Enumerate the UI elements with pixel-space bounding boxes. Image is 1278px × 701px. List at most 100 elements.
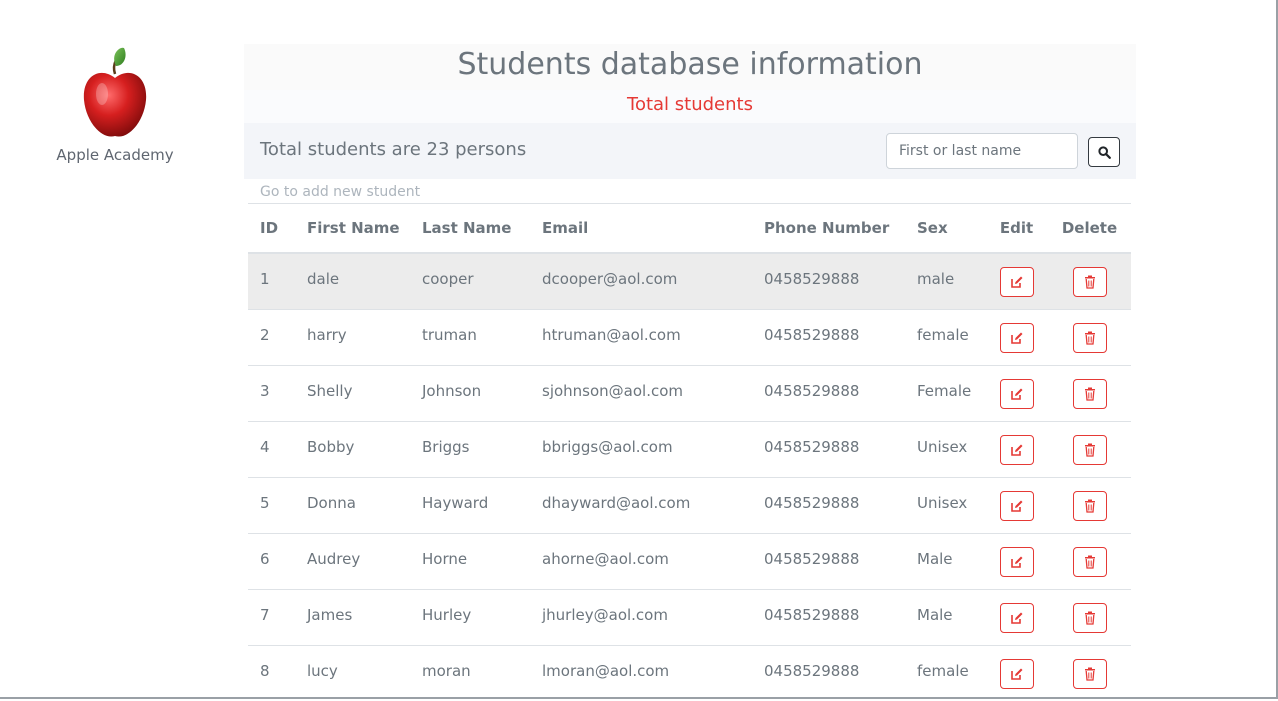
edit-button[interactable]	[999, 546, 1034, 577]
main-content: Students database information Total stud…	[244, 44, 1136, 203]
total-students-text: Total students are 23 persons	[260, 139, 527, 160]
trash-icon	[1084, 555, 1095, 569]
trash-icon	[1084, 275, 1095, 289]
table-row[interactable]: 3 Shelly Johnson sjohnson@aol.com 0458529888…	[248, 364, 1131, 421]
delete-button[interactable]	[1072, 267, 1107, 297]
edit-icon	[1010, 332, 1022, 344]
search-input[interactable]	[886, 133, 1078, 169]
cell-last-name: cooper	[410, 252, 530, 309]
edit-button[interactable]	[999, 322, 1034, 353]
delete-button[interactable]	[1072, 378, 1107, 409]
students-table-wrap: ID First Name Last Name Email Phone Numb…	[248, 203, 1131, 701]
delete-button[interactable]	[1072, 322, 1107, 353]
cell-email: htruman@aol.com	[530, 308, 752, 365]
col-header-delete: Delete	[1048, 203, 1131, 254]
col-header-id: ID	[248, 203, 295, 254]
delete-button[interactable]	[1072, 434, 1107, 465]
add-student-link[interactable]: Go to add new student	[244, 182, 1136, 203]
col-header-last-name: Last Name	[410, 203, 530, 254]
edit-button[interactable]	[999, 378, 1034, 409]
edit-icon	[1010, 500, 1022, 512]
cell-edit	[985, 420, 1048, 477]
cell-first-name: harry	[295, 308, 410, 365]
trash-icon	[1084, 331, 1095, 345]
table-row[interactable]: 8 lucy moran lmoran@aol.com 0458529888 female	[248, 644, 1131, 701]
cell-email: dhayward@aol.com	[530, 476, 752, 533]
cell-email: bbriggs@aol.com	[530, 420, 752, 477]
page-title: Students database information	[244, 44, 1136, 90]
table-row[interactable]: 1 dale cooper dcooper@aol.com 0458529888 male	[248, 252, 1131, 309]
cell-sex: male	[905, 252, 985, 309]
edit-icon	[1010, 388, 1022, 400]
edit-icon	[1010, 612, 1022, 624]
trash-icon	[1084, 443, 1095, 457]
brand-logo[interactable]: Apple Academy	[40, 44, 190, 164]
students-table: ID First Name Last Name Email Phone Numb…	[248, 203, 1131, 701]
cell-phone: 0458529888	[752, 588, 905, 645]
cell-sex: Unisex	[905, 476, 985, 533]
edit-button[interactable]	[999, 434, 1034, 465]
cell-sex: Male	[905, 588, 985, 645]
delete-button[interactable]	[1072, 490, 1107, 521]
delete-button[interactable]	[1072, 546, 1107, 577]
cell-edit	[985, 308, 1048, 365]
table-row[interactable]: 2 harry truman htruman@aol.com 0458529888 fem…	[248, 308, 1131, 365]
table-row[interactable]: 7 James Hurley jhurley@aol.com 0458529888 Mal…	[248, 588, 1131, 645]
table-row[interactable]: 4 Bobby Briggs bbriggs@aol.com 0458529888 Uni…	[248, 420, 1131, 477]
cell-phone: 0458529888	[752, 308, 905, 365]
cell-first-name: lucy	[295, 644, 410, 701]
cell-delete	[1048, 476, 1131, 533]
cell-id: 5	[248, 476, 295, 533]
cell-sex: female	[905, 644, 985, 701]
cell-edit	[985, 476, 1048, 533]
cell-email: dcooper@aol.com	[530, 252, 752, 309]
cell-edit	[985, 588, 1048, 645]
cell-edit	[985, 532, 1048, 589]
cell-id: 4	[248, 420, 295, 477]
cell-phone: 0458529888	[752, 644, 905, 701]
delete-button[interactable]	[1072, 602, 1107, 633]
trash-icon	[1084, 499, 1095, 513]
cell-delete	[1048, 252, 1131, 309]
brand-name: Apple Academy	[56, 146, 174, 164]
search-icon	[1097, 145, 1111, 159]
cell-email: sjohnson@aol.com	[530, 364, 752, 421]
cell-last-name: Briggs	[410, 420, 530, 477]
col-header-sex: Sex	[905, 203, 985, 254]
edit-button[interactable]	[999, 658, 1034, 689]
table-header-row: ID First Name Last Name Email Phone Numb…	[248, 203, 1131, 254]
col-header-phone: Phone Number	[752, 203, 905, 254]
table-row[interactable]: 6 Audrey Horne ahorne@aol.com 0458529888 Male	[248, 532, 1131, 589]
cell-id: 2	[248, 308, 295, 365]
cell-first-name: dale	[295, 252, 410, 309]
col-header-email: Email	[530, 203, 752, 254]
trash-icon	[1084, 667, 1095, 681]
table-row[interactable]: 5 Donna Hayward dhayward@aol.com 0458529888 U…	[248, 476, 1131, 533]
cell-first-name: Donna	[295, 476, 410, 533]
page-subtitle: Total students	[244, 90, 1136, 123]
cell-phone: 0458529888	[752, 532, 905, 589]
cell-delete	[1048, 308, 1131, 365]
delete-button[interactable]	[1072, 658, 1107, 689]
trash-icon	[1084, 611, 1095, 625]
cell-email: ahorne@aol.com	[530, 532, 752, 589]
cell-phone: 0458529888	[752, 476, 905, 533]
cell-sex: female	[905, 308, 985, 365]
cell-id: 8	[248, 644, 295, 701]
edit-button[interactable]	[999, 267, 1034, 297]
cell-last-name: Horne	[410, 532, 530, 589]
cell-last-name: Hayward	[410, 476, 530, 533]
cell-last-name: Johnson	[410, 364, 530, 421]
search-button[interactable]	[1088, 137, 1120, 167]
edit-button[interactable]	[999, 602, 1034, 633]
edit-button[interactable]	[999, 490, 1034, 521]
cell-email: lmoran@aol.com	[530, 644, 752, 701]
col-header-edit: Edit	[985, 203, 1048, 254]
cell-sex: Unisex	[905, 420, 985, 477]
cell-delete	[1048, 420, 1131, 477]
cell-id: 3	[248, 364, 295, 421]
cell-last-name: moran	[410, 644, 530, 701]
cell-first-name: Bobby	[295, 420, 410, 477]
cell-id: 1	[248, 252, 295, 309]
cell-edit	[985, 644, 1048, 701]
